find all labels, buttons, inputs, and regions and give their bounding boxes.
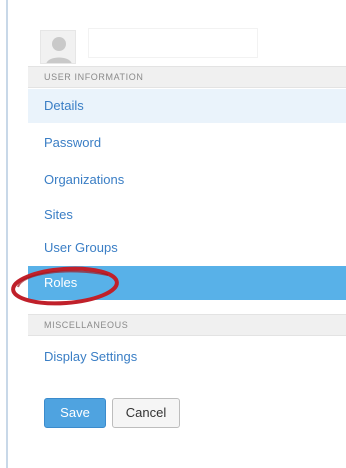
cancel-button[interactable]: Cancel (112, 398, 180, 428)
section-header-user-information: USER INFORMATION (28, 66, 346, 88)
nav-item-user-groups[interactable]: User Groups (28, 231, 346, 265)
user-edit-panel: USER INFORMATION Details Password Organi… (6, 0, 346, 468)
nav-item-sites[interactable]: Sites (28, 198, 346, 232)
user-avatar-icon[interactable] (40, 30, 76, 64)
section-header-miscellaneous: MISCELLANEOUS (28, 314, 346, 336)
nav-item-password[interactable]: Password (28, 126, 346, 160)
nav-item-display-settings[interactable]: Display Settings (28, 340, 346, 374)
user-header (28, 24, 328, 64)
save-button[interactable]: Save (44, 398, 106, 428)
user-name-box (88, 28, 258, 58)
nav-item-roles[interactable]: Roles (28, 266, 346, 300)
nav-item-details[interactable]: Details (28, 89, 346, 123)
nav-item-organizations[interactable]: Organizations (28, 163, 346, 197)
